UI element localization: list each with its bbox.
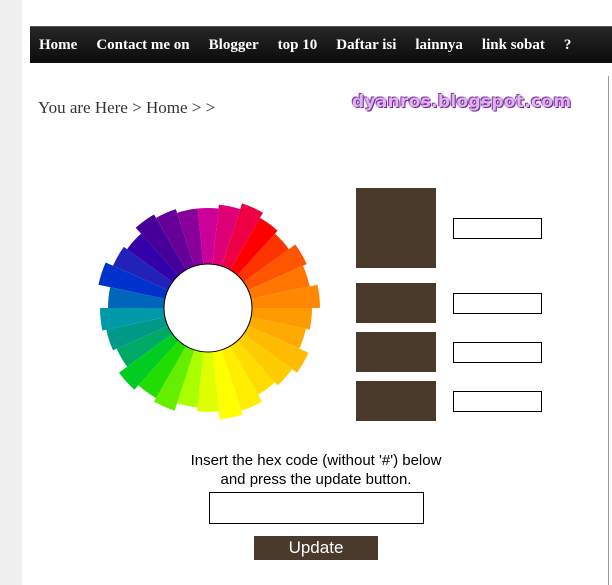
instructions: Insert the hex code (without '#') below … — [170, 451, 462, 489]
nav-item-home[interactable]: Home — [30, 37, 86, 54]
nav-item-blogger[interactable]: Blogger — [199, 37, 268, 54]
blog-logo: dyanros.blogspot.com — [352, 92, 572, 112]
shade-swatch-1 — [356, 283, 436, 323]
shade-1-hex-field[interactable] — [453, 293, 542, 314]
nav-item-link-sobat[interactable]: link sobat — [472, 37, 554, 54]
instructions-line-1: Insert the hex code (without '#') below — [190, 452, 442, 469]
main-hex-field[interactable] — [453, 218, 542, 239]
selected-color-swatch — [356, 188, 436, 268]
top-navigation: Home Contact me on Blogger top 10 Daftar… — [30, 26, 612, 63]
color-wheel-center — [163, 263, 253, 353]
shade-2-hex-field[interactable] — [453, 342, 542, 363]
nav-item-help[interactable]: ? — [554, 37, 581, 54]
content-border — [608, 76, 609, 585]
hex-code-input[interactable] — [209, 492, 424, 524]
nav-item-top10[interactable]: top 10 — [268, 37, 327, 54]
nav-item-lainnya[interactable]: lainnya — [405, 37, 472, 54]
instructions-line-2: and press the update button. — [220, 471, 412, 488]
nav-item-daftar-isi[interactable]: Daftar isi — [326, 37, 405, 54]
nav-item-contact[interactable]: Contact me on — [86, 37, 198, 54]
color-wheel[interactable] — [80, 180, 336, 436]
shade-swatch-2 — [356, 332, 436, 372]
update-button[interactable]: Update — [254, 536, 378, 560]
shade-swatch-3 — [356, 381, 436, 421]
shade-3-hex-field[interactable] — [453, 391, 542, 412]
breadcrumb: You are Here > Home > > — [38, 98, 216, 117]
